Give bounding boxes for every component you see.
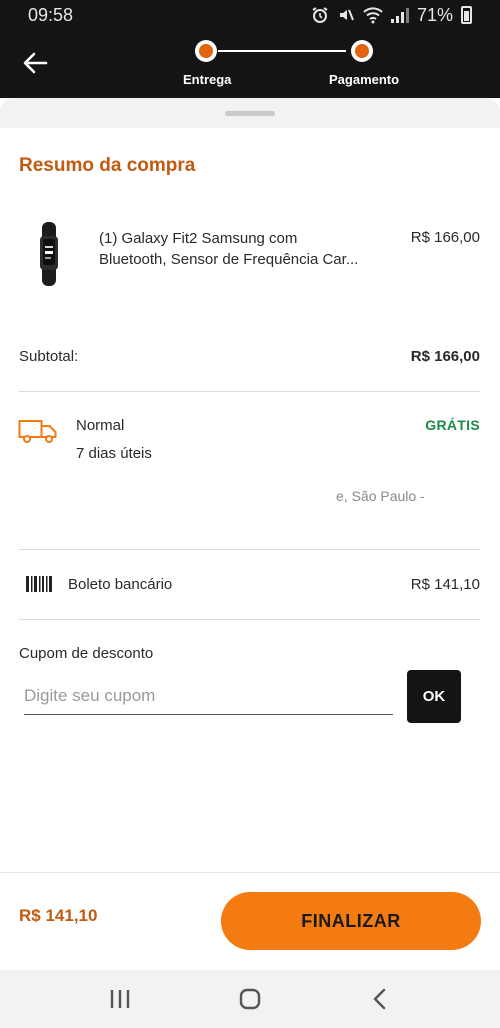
subtotal-label: Subtotal: [19, 348, 79, 365]
payment-method: Boleto bancário [68, 576, 173, 593]
battery-icon [461, 6, 472, 24]
finalize-button[interactable]: FINALIZAR [221, 892, 481, 950]
product-name: (1) Galaxy Fit2 Samsung com Bluetooth, S… [99, 230, 359, 268]
battery-percent: 71% [416, 4, 453, 25]
step-connector [218, 50, 346, 52]
back-nav-icon[interactable] [365, 986, 395, 1012]
divider [19, 391, 480, 392]
page-title: Resumo da compra [19, 155, 196, 176]
coupon-label: Cupom de desconto [19, 645, 154, 662]
step-entrega-dot[interactable] [195, 40, 217, 62]
signal-icon [390, 7, 409, 23]
shipping-address: e, São Paulo - [336, 488, 425, 504]
checkout-stepper: Entrega Pagamento [180, 40, 400, 90]
order-total: R$ 141,10 [19, 906, 98, 925]
alarm-icon [312, 7, 328, 23]
status-icons: 71% [311, 5, 472, 26]
recent-apps-icon[interactable] [105, 986, 135, 1012]
mute-icon [339, 9, 354, 21]
sheet-handle-area[interactable] [0, 98, 500, 128]
drag-handle[interactable] [225, 111, 275, 116]
shipping-days: 7 dias úteis [76, 445, 152, 462]
back-button[interactable] [20, 48, 50, 78]
divider [19, 619, 480, 620]
wifi-icon [363, 7, 383, 24]
checkout-header: Entrega Pagamento [0, 30, 500, 98]
subtotal-value: R$ 166,00 [410, 348, 480, 365]
home-icon[interactable] [235, 986, 265, 1012]
shipping-price: GRÁTIS [425, 417, 480, 433]
product-price: R$ 166,00 [410, 229, 480, 246]
step-pagamento-label: Pagamento [329, 72, 400, 87]
system-nav-bar [0, 970, 500, 1028]
barcode-icon [26, 576, 52, 592]
status-time: 09:58 [28, 4, 74, 25]
smartband-icon [40, 222, 58, 286]
truck-icon [18, 420, 57, 443]
coupon-input[interactable] [24, 678, 393, 715]
divider [19, 549, 480, 550]
step-entrega-label: Entrega [183, 72, 232, 87]
shipping-name: Normal [76, 417, 125, 434]
footer-divider [0, 872, 500, 873]
step-pagamento-dot[interactable] [351, 40, 373, 62]
status-bar: 09:58 71% [0, 0, 500, 30]
payment-value: R$ 141,10 [410, 576, 480, 593]
coupon-ok-button[interactable]: OK [407, 670, 461, 723]
